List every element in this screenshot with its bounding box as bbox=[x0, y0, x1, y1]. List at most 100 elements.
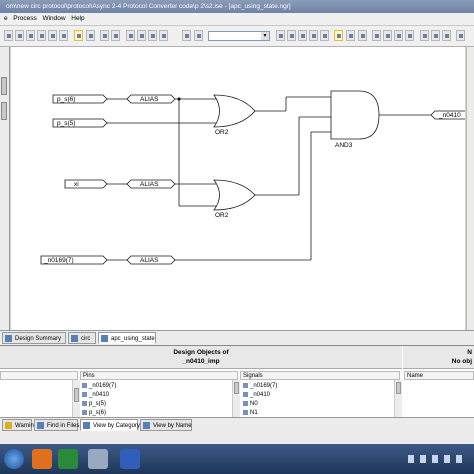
close-view-icon[interactable] bbox=[456, 30, 465, 41]
help-icon[interactable] bbox=[442, 30, 451, 41]
pin-icon bbox=[82, 382, 87, 388]
input-label-2: p_s(5) bbox=[57, 120, 75, 127]
name-column-header[interactable]: Name bbox=[404, 371, 474, 380]
signal-icon bbox=[243, 409, 248, 415]
save-icon[interactable] bbox=[15, 30, 24, 41]
taskbar bbox=[0, 444, 474, 474]
list-item[interactable]: p_s(5) bbox=[82, 400, 106, 408]
copy-tool-icon[interactable] bbox=[137, 30, 146, 41]
tab-find-in-files[interactable]: Find in Files bbox=[34, 419, 79, 431]
chevron-down-icon[interactable]: ▾ bbox=[261, 32, 269, 40]
push-icon[interactable] bbox=[372, 30, 381, 41]
zoom-out-icon[interactable] bbox=[287, 30, 296, 41]
left-column-header[interactable] bbox=[0, 371, 78, 380]
list-item[interactable]: _n0169(7) bbox=[82, 382, 116, 390]
pins-scrollbar[interactable] bbox=[232, 380, 240, 418]
list-item[interactable]: p_s(6) bbox=[82, 409, 106, 417]
signals-scrollbar[interactable] bbox=[394, 380, 402, 418]
cut-icon[interactable] bbox=[37, 30, 46, 41]
signal-icon bbox=[243, 382, 248, 388]
menu-item-help[interactable]: Help bbox=[71, 13, 84, 25]
grid-icon[interactable] bbox=[420, 30, 429, 41]
tab-design-summary[interactable]: Design Summary bbox=[2, 332, 66, 344]
tab-view-by-name[interactable]: View by Name bbox=[140, 419, 192, 431]
tab-view-by-category[interactable]: View by Category bbox=[80, 419, 140, 431]
title-bar: om\new circ protocol\protocol\Async 2-4 … bbox=[0, 0, 474, 13]
zoom-fit-icon[interactable] bbox=[159, 30, 168, 41]
open-icon[interactable] bbox=[4, 30, 13, 41]
list-item[interactable]: _n0410 bbox=[82, 391, 109, 399]
input-port-3 bbox=[64, 179, 108, 189]
warning-icon bbox=[5, 422, 12, 429]
copy-icon[interactable] bbox=[48, 30, 57, 41]
signals-column-header[interactable]: Signals bbox=[240, 371, 400, 380]
left-list-scrollbar[interactable] bbox=[72, 380, 80, 418]
network-icon[interactable] bbox=[432, 455, 438, 463]
paste-icon[interactable] bbox=[59, 30, 68, 41]
canvas-scrollbar[interactable] bbox=[466, 47, 474, 330]
forward-icon[interactable] bbox=[405, 30, 414, 41]
design-objects-title: Design Objects of bbox=[173, 349, 229, 356]
menu-bar: e Process Window Help bbox=[0, 13, 474, 26]
list-item[interactable]: _n0410 bbox=[243, 391, 270, 399]
tab-circ[interactable]: circ bbox=[68, 332, 96, 344]
text-icon[interactable] bbox=[358, 30, 367, 41]
flag-app-icon[interactable] bbox=[58, 449, 78, 469]
firefox-icon[interactable] bbox=[32, 449, 52, 469]
document-icon[interactable] bbox=[86, 30, 95, 41]
alias-label-1: ALIAS bbox=[140, 96, 159, 103]
print-icon[interactable] bbox=[26, 30, 35, 41]
list-item[interactable]: N0 bbox=[243, 400, 258, 408]
pin-icon bbox=[82, 391, 87, 397]
refresh-icon[interactable] bbox=[320, 30, 329, 41]
pop-icon[interactable] bbox=[383, 30, 392, 41]
left-panel-strip bbox=[0, 47, 10, 330]
zoom-full-icon[interactable] bbox=[309, 30, 318, 41]
ise-app-icon[interactable] bbox=[88, 449, 108, 469]
design-objects-subtitle: _n0410_imp bbox=[182, 358, 220, 365]
tab-apc-using-state[interactable]: apc_using_state bbox=[98, 332, 156, 344]
file-icon bbox=[71, 335, 78, 342]
schematic-icon bbox=[101, 335, 108, 342]
binoculars-icon[interactable] bbox=[182, 30, 191, 41]
view-combo[interactable]: ▾ bbox=[208, 31, 270, 41]
design-objects-panel: Design Objects of _n0410_imp N No obj Pi… bbox=[0, 345, 474, 418]
volume-icon[interactable] bbox=[444, 455, 450, 463]
system-tray bbox=[406, 453, 470, 465]
cut-tool-icon[interactable] bbox=[126, 30, 135, 41]
tray-icon[interactable] bbox=[408, 455, 414, 463]
panel-toggle[interactable] bbox=[1, 77, 7, 95]
schematic-diagram: p_s(6) p_s(5) xi _n0169(7) ALIAS ALIAS A… bbox=[40, 90, 465, 265]
select-all-icon[interactable] bbox=[431, 30, 440, 41]
start-button-icon[interactable] bbox=[4, 449, 24, 469]
schematic-canvas[interactable]: p_s(6) p_s(5) xi _n0169(7) ALIAS ALIAS A… bbox=[11, 47, 465, 330]
tab-warnings[interactable]: Warnings bbox=[2, 419, 40, 431]
zoom-in-icon[interactable] bbox=[276, 30, 285, 41]
redo-icon[interactable] bbox=[111, 30, 120, 41]
find-icon[interactable] bbox=[194, 30, 203, 41]
delete-icon[interactable] bbox=[148, 30, 157, 41]
flag-icon[interactable] bbox=[456, 455, 462, 463]
input-label-3: xi bbox=[74, 181, 79, 188]
tray-icon[interactable] bbox=[420, 455, 426, 463]
wire-icon[interactable] bbox=[346, 30, 355, 41]
list-item[interactable]: N1 bbox=[243, 409, 258, 417]
and3-gate bbox=[330, 90, 380, 140]
undo-icon[interactable] bbox=[100, 30, 109, 41]
zoom-area-icon[interactable] bbox=[298, 30, 307, 41]
pointer-icon[interactable] bbox=[334, 30, 343, 41]
gate-label-or2-1: OR2 bbox=[215, 129, 229, 136]
edit-mode-icon[interactable] bbox=[74, 30, 83, 41]
word-icon[interactable] bbox=[120, 449, 140, 469]
back-icon[interactable] bbox=[394, 30, 403, 41]
menu-item-process[interactable]: Process bbox=[13, 13, 36, 25]
signal-icon bbox=[243, 400, 248, 406]
menu-item-file[interactable]: e bbox=[4, 13, 8, 25]
pins-column-header[interactable]: Pins bbox=[80, 371, 238, 380]
panel-toggle[interactable] bbox=[1, 102, 7, 120]
input-label-1: p_s(6) bbox=[57, 96, 75, 103]
signal-icon bbox=[243, 391, 248, 397]
or2-gate-1 bbox=[213, 94, 256, 128]
menu-item-window[interactable]: Window bbox=[42, 13, 65, 25]
list-item[interactable]: _n0169(7) bbox=[243, 382, 277, 390]
